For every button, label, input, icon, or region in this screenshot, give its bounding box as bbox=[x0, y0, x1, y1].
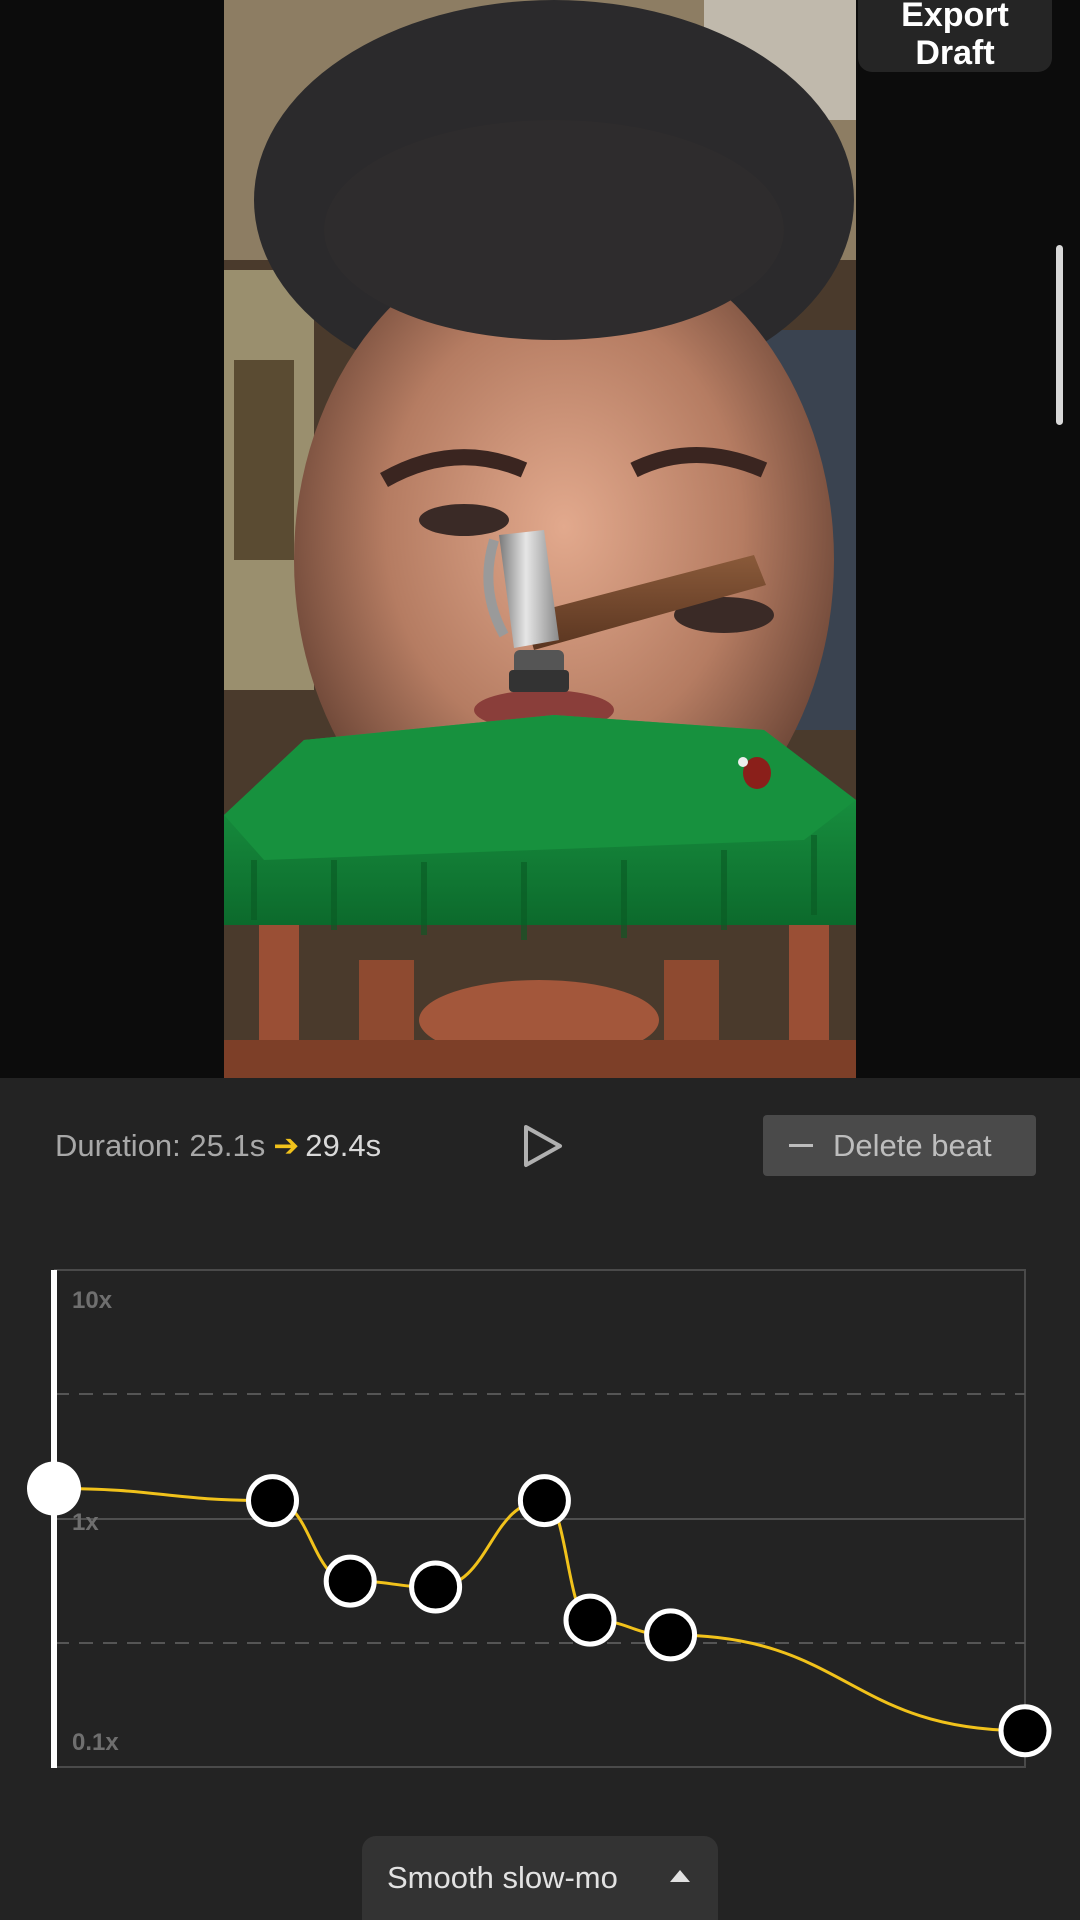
duration-label: Duration: bbox=[55, 1128, 181, 1163]
beat-node[interactable] bbox=[517, 1474, 571, 1528]
speed-ramp-editor: Export Draft Duration: 25.1s ➔ 29.4s Delet… bbox=[0, 0, 1080, 1920]
duration-readout: Duration: 25.1s ➔ 29.4s bbox=[55, 1124, 381, 1168]
duration-original: 25.1s bbox=[189, 1128, 266, 1163]
video-frame-image bbox=[224, 0, 856, 1078]
y-label-1x: 1x bbox=[72, 1509, 99, 1536]
beat-node[interactable] bbox=[246, 1474, 299, 1528]
y-label-0.1x: 0.1x bbox=[72, 1729, 119, 1756]
export-draft-button[interactable]: Export Draft bbox=[858, 0, 1052, 72]
arrow-right-icon: ➔ bbox=[273, 1128, 300, 1163]
beat-node[interactable] bbox=[998, 1704, 1052, 1758]
beat-node[interactable] bbox=[563, 1593, 617, 1647]
play-icon bbox=[524, 1125, 562, 1167]
preset-label: Smooth slow-mo bbox=[387, 1860, 618, 1895]
delete-beat-button[interactable]: Delete beat bbox=[763, 1115, 1036, 1176]
play-button[interactable] bbox=[520, 1124, 564, 1168]
duration-new: 29.4s bbox=[305, 1128, 382, 1163]
export-label-line2: Draft bbox=[915, 34, 995, 72]
video-preview: Export Draft bbox=[0, 0, 1080, 1078]
preset-dropdown[interactable]: Smooth slow-mo bbox=[362, 1836, 718, 1920]
vertical-scrollbar[interactable] bbox=[1056, 245, 1063, 425]
playhead-handle[interactable] bbox=[27, 1461, 81, 1516]
minus-icon bbox=[789, 1144, 813, 1147]
speed-curve-panel: 10x 1x 0.1x bbox=[0, 1260, 1080, 1780]
beat-node[interactable] bbox=[323, 1554, 377, 1608]
y-label-10x: 10x bbox=[72, 1287, 113, 1314]
video-frame[interactable] bbox=[224, 0, 856, 1078]
beat-node[interactable] bbox=[644, 1608, 698, 1662]
speed-curve-graph[interactable]: 10x 1x 0.1x bbox=[0, 1260, 1080, 1780]
delete-beat-label: Delete beat bbox=[833, 1128, 992, 1163]
beat-node[interactable] bbox=[409, 1560, 463, 1614]
caret-up-icon bbox=[670, 1870, 690, 1882]
export-label-line1: Export bbox=[901, 0, 1009, 34]
